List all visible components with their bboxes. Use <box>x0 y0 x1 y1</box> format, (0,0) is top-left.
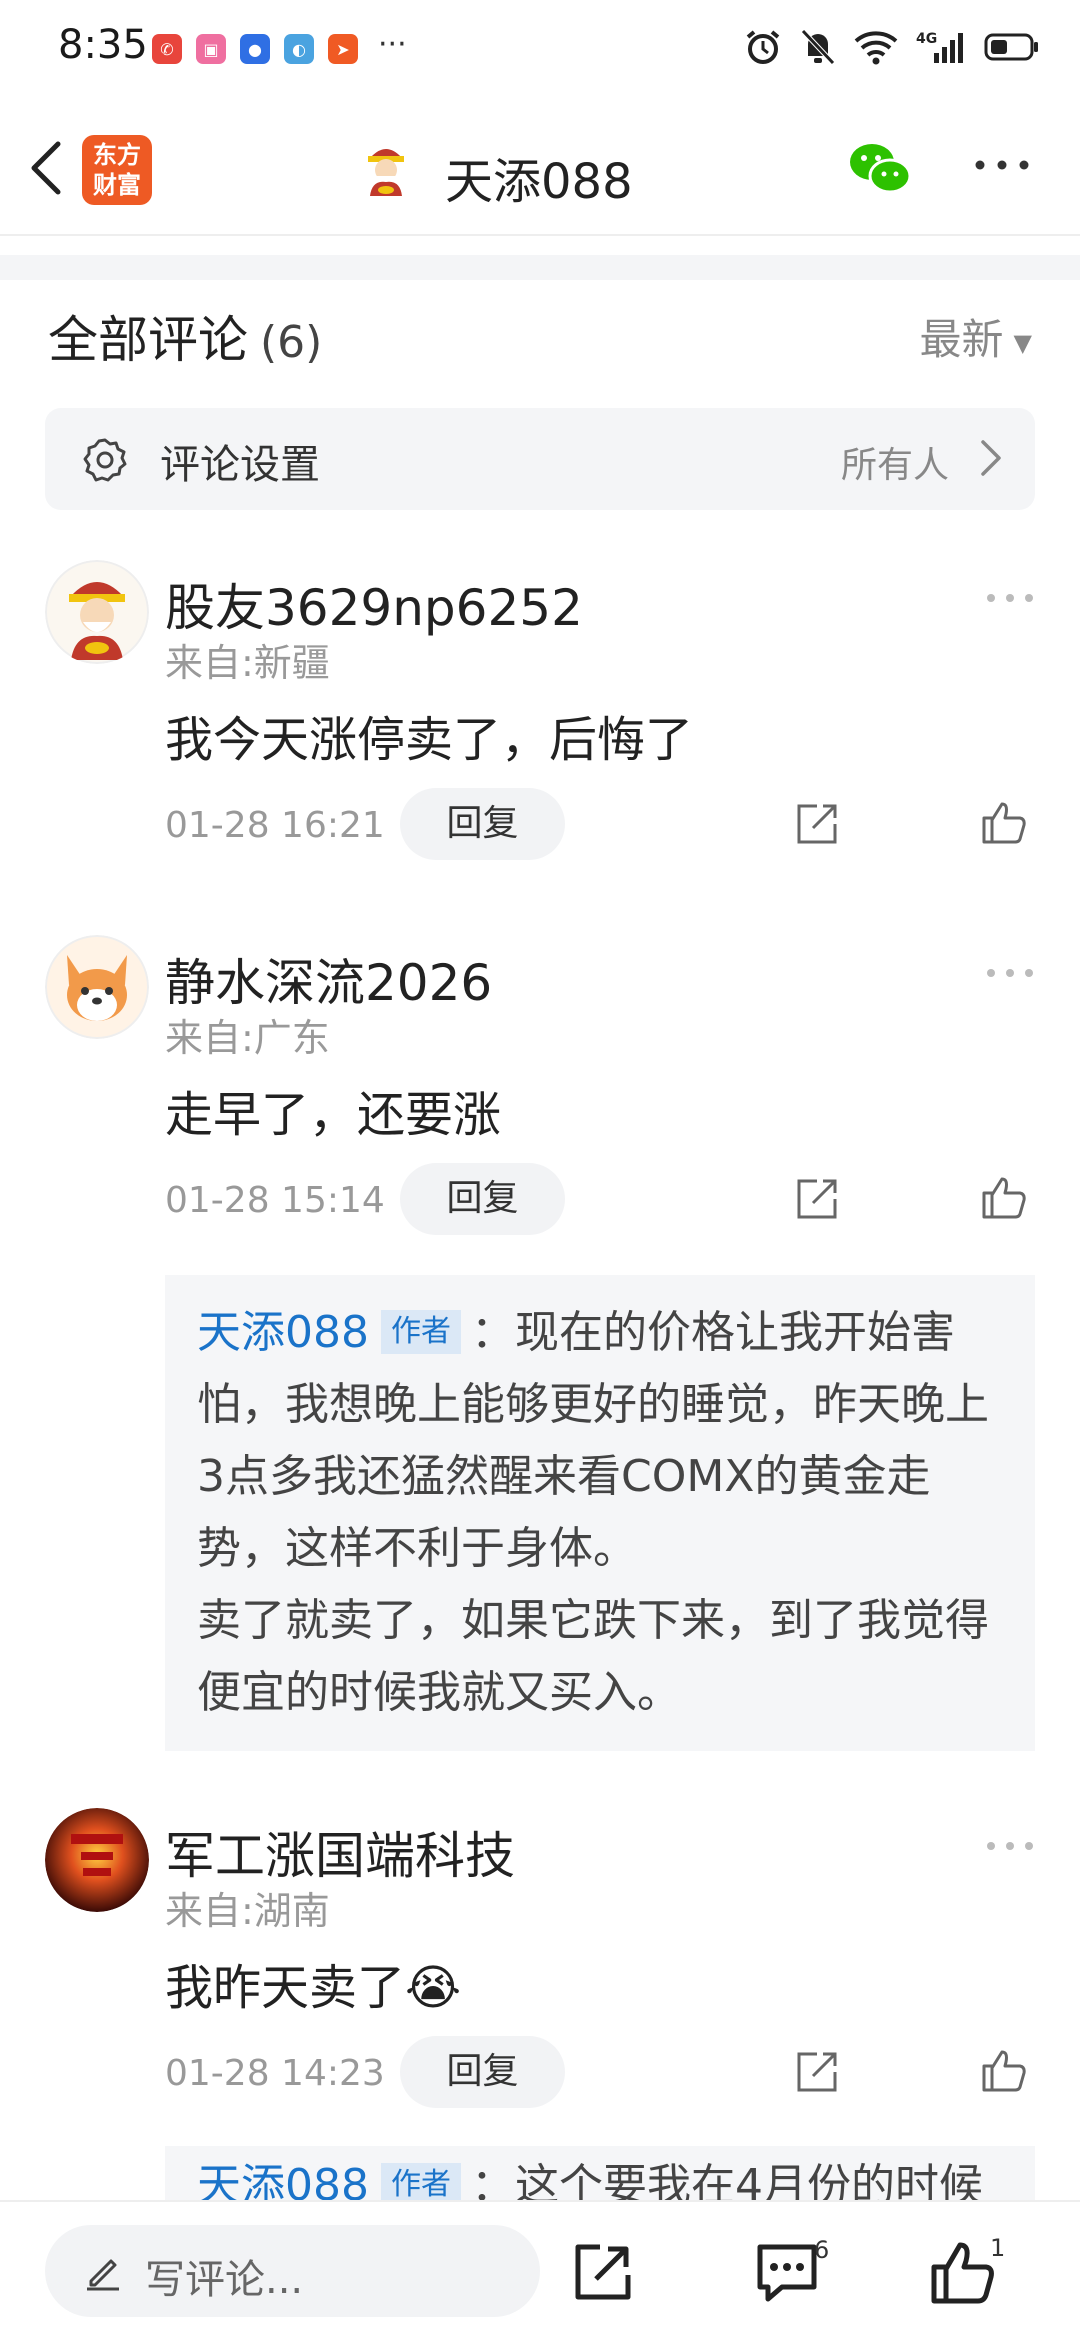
status-bar: 8:35 ✆ ▣ ● ◐ ➤ ··· 4G <box>0 0 1080 100</box>
send-app-icon: ➤ <box>328 34 358 64</box>
network-type-label: 4G <box>916 31 937 47</box>
comment-text[interactable]: 我昨天卖了😭 <box>165 1948 461 2018</box>
more-notifications-icon: ··· <box>378 26 407 62</box>
mute-icon <box>801 29 835 65</box>
reply-author-name[interactable]: 天添088 <box>197 1307 369 1358</box>
share-icon[interactable] <box>795 802 839 846</box>
comments-count: (6) <box>260 317 323 368</box>
comment-location: 来自:新疆 <box>165 641 330 685</box>
comments-title-text: 全部评论 <box>48 311 248 369</box>
comment-settings-row[interactable]: 评论设置 所有人 <box>45 408 1035 510</box>
comment-bubble-icon[interactable] <box>752 2237 822 2307</box>
thumbs-up-icon[interactable] <box>980 2046 1028 2094</box>
bulb-app-icon: ● <box>240 34 270 64</box>
comment-time: 01-28 14:23 <box>165 2053 385 2094</box>
like-count-badge: 1 <box>990 2234 1006 2262</box>
more-icon[interactable] <box>985 1838 1035 1854</box>
comment-time: 01-28 15:14 <box>165 1180 385 1221</box>
sort-dropdown[interactable]: 最新 ▼ <box>920 306 1032 367</box>
author-reply[interactable]: 天添088 作者 ：现在的价格让我开始害怕，我想晚上能够更好的睡觉，昨天晚上3点多我… <box>165 1275 1035 1751</box>
write-comment-input[interactable]: 写评论... <box>45 2225 540 2317</box>
reply-paragraph: 天添088 作者 ：现在的价格让我开始害怕，我想晚上能够更好的睡觉，昨天晚上3点多我… <box>197 1297 1013 1585</box>
logo-text-bottom: 财富 <box>93 171 141 199</box>
top-nav-bar: 东方 财富 天添088 <box>0 110 1080 235</box>
author-reply[interactable]: 天添088 作者 ：这个要我在4月份的时候 <box>165 2146 1035 2206</box>
page-title: 天添088 <box>445 154 633 210</box>
share-icon[interactable] <box>568 2237 638 2307</box>
gear-icon <box>83 438 127 482</box>
chevron-right-icon <box>981 440 1001 476</box>
alarm-icon <box>746 30 780 64</box>
logo-text-top: 东方 <box>93 141 141 169</box>
system-icons: 4G <box>744 28 1040 66</box>
thumbs-up-icon[interactable] <box>928 2237 998 2307</box>
reply-button[interactable]: 回复 <box>400 788 565 860</box>
signal-icon: 4G <box>916 31 963 63</box>
comment-text[interactable]: 我今天涨停卖了，后悔了 <box>165 700 693 770</box>
wifi-icon <box>854 31 898 65</box>
comment-count-badge: 6 <box>814 2236 830 2264</box>
battery-icon <box>984 33 1038 61</box>
settings-label: 评论设置 <box>160 442 320 488</box>
status-time: 8:35 <box>58 22 148 68</box>
thumbs-up-icon[interactable] <box>980 798 1028 846</box>
share-icon[interactable] <box>795 1177 839 1221</box>
avatar[interactable] <box>45 1808 149 1912</box>
more-icon[interactable] <box>985 965 1035 981</box>
nav-divider <box>0 234 1080 236</box>
back-arrow-icon[interactable] <box>22 138 72 198</box>
app-notification-icon: ◐ <box>284 34 314 64</box>
reply-button[interactable]: 回复 <box>400 2036 565 2108</box>
wechat-share-icon[interactable] <box>848 140 912 200</box>
reply-text-continued: 卖了就卖了，如果它跌下来，到了我觉得便宜的时候我就又买入。 <box>197 1595 989 1718</box>
more-icon[interactable] <box>985 590 1035 606</box>
comment-text[interactable]: 走早了，还要涨 <box>165 1075 501 1145</box>
section-separator <box>0 255 1080 280</box>
avatar[interactable] <box>45 560 149 664</box>
reply-button[interactable]: 回复 <box>400 1163 565 1235</box>
comments-title: 全部评论 (6) <box>48 300 322 372</box>
comment-username[interactable]: 军工涨国端科技 <box>165 1816 515 1888</box>
share-icon[interactable] <box>795 2050 839 2094</box>
comment-placeholder: 写评论... <box>145 2257 304 2303</box>
thumbs-up-icon[interactable] <box>980 1173 1028 1221</box>
reply-paragraph: 天添088 作者 ：这个要我在4月份的时候 <box>197 2150 1013 2206</box>
comment-username[interactable]: 股友3629np6252 <box>165 568 583 640</box>
notification-icons: ✆ ▣ ● ◐ ➤ ··· <box>152 27 407 64</box>
settings-value: 所有人 <box>840 445 949 486</box>
comment-location: 来自:广东 <box>165 1016 330 1060</box>
sort-label: 最新 <box>919 315 1004 364</box>
comment-time: 01-28 16:21 <box>165 805 385 846</box>
author-avatar[interactable] <box>358 140 414 196</box>
avatar[interactable] <box>45 935 149 1039</box>
triangle-down-icon: ▼ <box>1013 328 1032 357</box>
bilibili-icon: ▣ <box>196 34 226 64</box>
comment-location: 来自:湖南 <box>165 1889 330 1933</box>
more-options-icon[interactable] <box>972 150 1032 180</box>
comment-username[interactable]: 静水深流2026 <box>165 943 492 1015</box>
pencil-icon <box>87 2259 119 2291</box>
bottom-action-bar: 写评论... 6 1 <box>0 2200 1080 2340</box>
missed-call-icon: ✆ <box>152 34 182 64</box>
eastmoney-logo[interactable]: 东方 财富 <box>82 135 152 205</box>
author-badge: 作者 <box>380 1310 461 1354</box>
